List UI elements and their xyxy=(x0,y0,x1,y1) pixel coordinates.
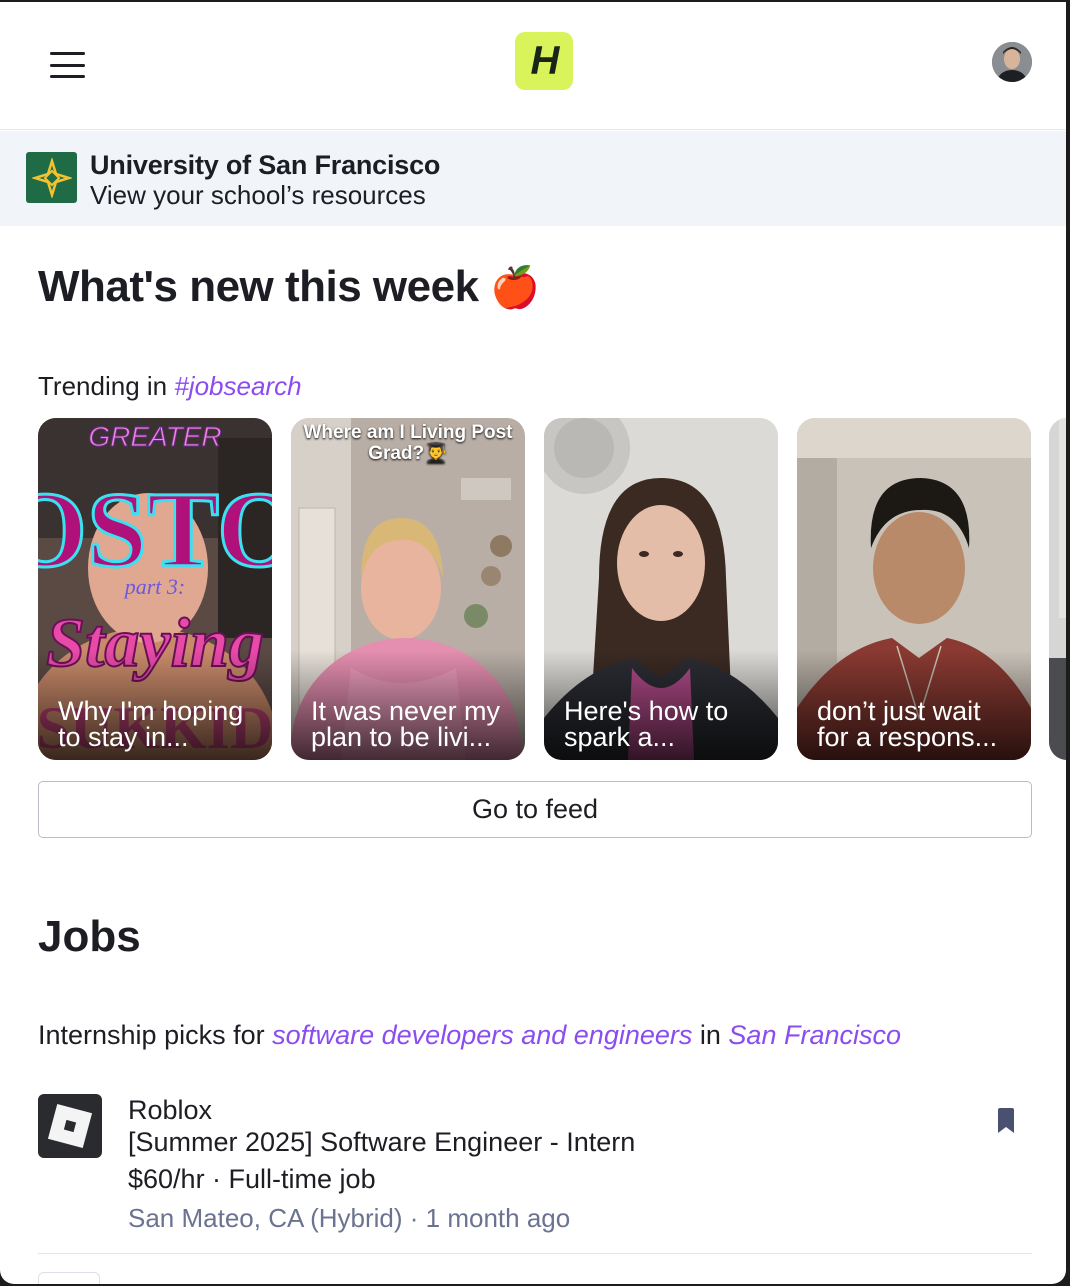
video-overlay-text: Where am I Living Post Grad?👨‍🎓 xyxy=(303,422,513,464)
job-location: San Mateo, CA (Hybrid) · 1 month ago xyxy=(128,1203,571,1233)
video-card[interactable]: don’t just wait for a respons... xyxy=(797,418,1031,760)
hamburger-menu-icon[interactable] xyxy=(50,52,85,78)
trending-label: Trending in #jobsearch xyxy=(38,371,302,401)
school-name: University of San Francisco xyxy=(90,150,441,180)
job-listing[interactable]: Roblox [Summer 2025] Software Engineer -… xyxy=(38,1094,1032,1254)
logo-letter: H xyxy=(530,38,560,83)
roblox-logo-icon xyxy=(38,1094,102,1158)
apple-emoji-icon: 🍎 xyxy=(490,266,540,310)
bookmark-icon[interactable] xyxy=(996,1108,1016,1134)
video-card[interactable]: Here's how to spark a... xyxy=(544,418,778,760)
internship-picks-label: Internship picks for software developers… xyxy=(38,1020,901,1050)
job-pay: $60/hr · Full-time job xyxy=(128,1164,376,1194)
job-title: [Summer 2025] Software Engineer - Intern xyxy=(128,1127,636,1157)
hashtag-link[interactable]: #jobsearch xyxy=(174,371,301,401)
video-caption: Here's how to spark a... xyxy=(564,696,729,752)
whats-new-heading: What's new this week 🍎 xyxy=(38,262,540,311)
svg-text:BOSTON: BOSTON xyxy=(38,471,272,590)
svg-text:GREATER: GREATER xyxy=(88,421,221,452)
video-card-partial[interactable] xyxy=(1049,418,1066,760)
school-banner[interactable]: University of San Francisco View your sc… xyxy=(0,131,1066,226)
next-job-logo-partial xyxy=(38,1272,100,1284)
video-card[interactable]: Where am I Living Post Grad?👨‍🎓 It was n… xyxy=(291,418,525,760)
video-card[interactable]: GREATER BOSTON part 3: Staying SUKKID Wh… xyxy=(38,418,272,760)
go-to-feed-button[interactable]: Go to feed xyxy=(38,781,1032,838)
handshake-logo[interactable]: H xyxy=(515,32,573,90)
city-filter-link[interactable]: San Francisco xyxy=(728,1020,901,1050)
role-filter-link[interactable]: software developers and engineers xyxy=(272,1020,692,1050)
school-subtitle: View your school’s resources xyxy=(90,180,426,210)
video-caption: Why I'm hoping to stay in... xyxy=(58,696,244,752)
user-avatar[interactable] xyxy=(992,42,1032,82)
video-caption: don’t just wait for a respons... xyxy=(817,696,998,752)
video-caption: It was never my plan to be livi... xyxy=(311,696,501,752)
school-logo-icon xyxy=(26,152,77,203)
app-page: H University of San Francisco View your … xyxy=(0,2,1066,1284)
top-navbar: H xyxy=(0,2,1066,130)
job-company: Roblox xyxy=(128,1095,213,1125)
svg-text:part 3:: part 3: xyxy=(123,574,186,599)
jobs-heading: Jobs xyxy=(38,912,141,961)
